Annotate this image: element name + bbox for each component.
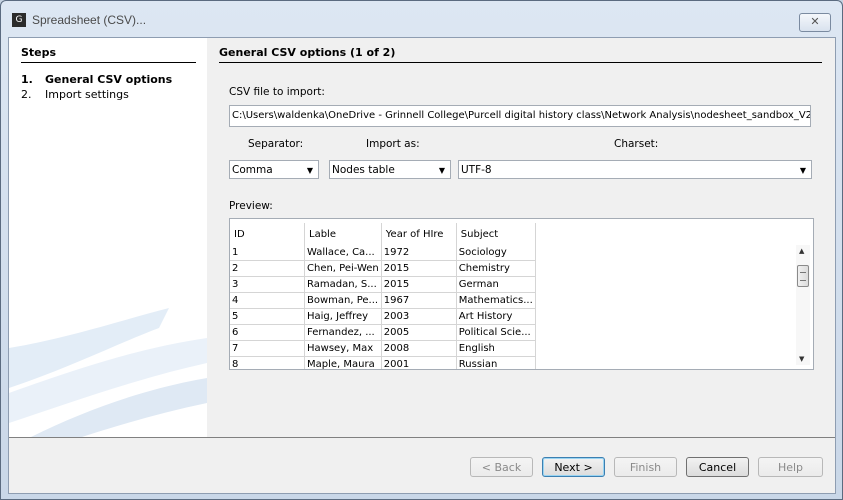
wizard-body: Steps 1. General CSV options 2. Import set… xyxy=(8,37,836,494)
csv-options-form: CSV file to import: C:\Users\waldenka\On… xyxy=(219,68,822,437)
step-label: General CSV options xyxy=(45,73,173,86)
table-cell: Mathematics... xyxy=(456,292,536,309)
table-row: 7 Hawsey, Max 2008 English xyxy=(230,340,536,357)
scroll-down-arrow-icon[interactable]: ▼ xyxy=(799,355,804,363)
csv-file-label: CSV file to import: xyxy=(229,86,325,98)
import-as-label: Import as: xyxy=(366,138,420,150)
table-cell: 2008 xyxy=(381,340,457,357)
preview-table: ID Lable Year of HIre Subject 1 Wallace,… xyxy=(229,218,814,370)
charset-value: UTF-8 xyxy=(461,164,492,176)
scrollbar-thumb[interactable] xyxy=(797,265,809,287)
table-cell: Sociology xyxy=(456,245,536,261)
table-cell: 2001 xyxy=(381,356,457,369)
table-cell: 4 xyxy=(230,292,305,309)
table-cell: Haig, Jeffrey xyxy=(304,308,382,325)
table-cell: Political Scie... xyxy=(456,324,536,341)
help-button[interactable]: Help xyxy=(758,457,823,477)
table-cell: German xyxy=(456,276,536,293)
table-cell: Maple, Maura xyxy=(304,356,382,369)
table-row: 1 Wallace, Ca... 1972 Sociology xyxy=(230,245,536,261)
table-row: 2 Chen, Pei-Wen 2015 Chemistry xyxy=(230,260,536,277)
table-cell: Wallace, Ca... xyxy=(304,245,382,261)
window-title: Spreadsheet (CSV)... xyxy=(32,13,147,27)
table-cell: 2 xyxy=(230,260,305,277)
back-button[interactable]: < Back xyxy=(470,457,533,477)
table-cell: Russian xyxy=(456,356,536,369)
table-cell: Art History xyxy=(456,308,536,325)
scroll-up-arrow-icon[interactable]: ▲ xyxy=(799,247,804,255)
close-button[interactable]: ✕ xyxy=(799,13,831,32)
charset-label: Charset: xyxy=(614,138,659,150)
csv-file-path-text: C:\Users\waldenka\OneDrive - Grinnell Co… xyxy=(232,110,811,121)
table-cell: Fernandez, ... xyxy=(304,324,382,341)
table-cell: 2005 xyxy=(381,324,457,341)
table-cell: 1 xyxy=(230,245,305,261)
step-general-csv-options: 1. General CSV options xyxy=(21,73,172,86)
separator-label: Separator: xyxy=(248,138,304,150)
csv-file-path-field[interactable]: C:\Users\waldenka\OneDrive - Grinnell Co… xyxy=(229,105,811,127)
table-cell: Chemistry xyxy=(456,260,536,277)
table-cell: Bowman, Pe... xyxy=(304,292,382,309)
table-cell: 2015 xyxy=(381,260,457,277)
table-cell: Ramadan, S... xyxy=(304,276,382,293)
table-cell: 7 xyxy=(230,340,305,357)
import-as-value: Nodes table xyxy=(332,164,395,176)
decorative-swoosh-graphic xyxy=(9,308,207,437)
separator-select[interactable]: Comma ▼ xyxy=(229,160,319,179)
finish-button[interactable]: Finish xyxy=(614,457,677,477)
import-wizard-window: G Spreadsheet (CSV)... ✕ Steps 1. General… xyxy=(0,0,843,500)
step-import-settings: 2. Import settings xyxy=(21,88,129,101)
table-cell: 1967 xyxy=(381,292,457,309)
import-as-select[interactable]: Nodes table ▼ xyxy=(329,160,451,179)
step-number: 2. xyxy=(21,88,32,101)
table-header-row: ID Lable Year of HIre Subject xyxy=(230,223,536,245)
table-row: 3 Ramadan, S... 2015 German xyxy=(230,276,536,293)
table-cell: 5 xyxy=(230,308,305,325)
table-row: 5 Haig, Jeffrey 2003 Art History xyxy=(230,308,536,325)
next-button[interactable]: Next > xyxy=(542,457,605,477)
table-cell: Hawsey, Max xyxy=(304,340,382,357)
charset-select[interactable]: UTF-8 ▼ xyxy=(458,160,812,179)
table-cell: 3 xyxy=(230,276,305,293)
column-header[interactable]: Lable xyxy=(304,223,382,245)
column-header[interactable]: Year of HIre xyxy=(381,223,457,245)
title-bar: G Spreadsheet (CSV)... ✕ xyxy=(1,1,842,35)
table-row: 4 Bowman, Pe... 1967 Mathematics... xyxy=(230,292,536,309)
table-cell: Chen, Pei-Wen xyxy=(304,260,382,277)
gephi-app-icon: G xyxy=(12,13,26,27)
steps-panel: Steps 1. General CSV options 2. Import set… xyxy=(9,38,207,437)
column-header[interactable]: Subject xyxy=(456,223,536,245)
chevron-down-icon: ▼ xyxy=(799,166,806,175)
chevron-down-icon: ▼ xyxy=(438,166,445,175)
separator-value: Comma xyxy=(232,164,273,176)
cancel-button[interactable]: Cancel xyxy=(686,457,749,477)
preview-label: Preview: xyxy=(229,200,273,212)
chevron-down-icon: ▼ xyxy=(306,166,313,175)
table-cell: 1972 xyxy=(381,245,457,261)
table-row: 6 Fernandez, ... 2005 Political Scie... xyxy=(230,324,536,341)
page-title: General CSV options (1 of 2) xyxy=(219,46,822,63)
table-cell: 6 xyxy=(230,324,305,341)
column-header[interactable]: ID xyxy=(230,223,305,245)
steps-title: Steps xyxy=(21,46,196,63)
step-label: Import settings xyxy=(45,88,129,101)
table-cell: English xyxy=(456,340,536,357)
footer-divider xyxy=(9,437,835,438)
table-cell: 2003 xyxy=(381,308,457,325)
table-cell: 8 xyxy=(230,356,305,369)
table-cell: 2015 xyxy=(381,276,457,293)
preview-scrollbar[interactable]: ▲ ▼ xyxy=(796,245,810,365)
step-number: 1. xyxy=(21,73,33,86)
preview-grid: ID Lable Year of HIre Subject 1 Wallace,… xyxy=(230,223,536,369)
table-row: 8 Maple, Maura 2001 Russian xyxy=(230,356,536,369)
